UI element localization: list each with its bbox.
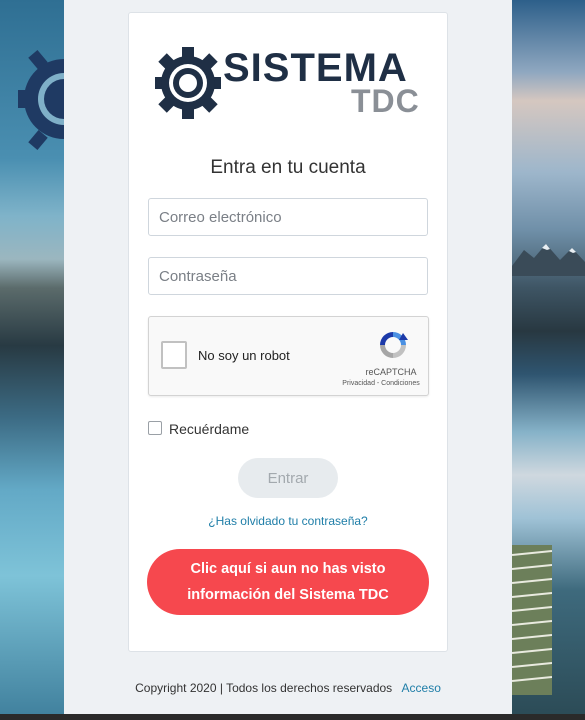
background-mountains — [512, 244, 585, 276]
email-field[interactable] — [148, 198, 428, 236]
bottom-edge — [0, 714, 585, 720]
recaptcha-widget: No soy un robot reCAPTCHA Privacidad - C… — [148, 316, 429, 396]
brand-name-secondary: TDC — [351, 83, 420, 119]
remember-me-label[interactable]: Recuérdame — [169, 421, 249, 437]
footer: Copyright 2020 | Todos los derechos rese… — [64, 681, 512, 695]
background-gear-icon — [18, 50, 64, 150]
brand-logo: SISTEMA TDC — [155, 44, 425, 122]
footer-access-link[interactable]: Acceso — [402, 681, 441, 695]
background-money-image — [512, 545, 552, 695]
copyright-text: Copyright 2020 | Todos los derechos rese… — [135, 681, 393, 695]
gear-icon — [155, 47, 221, 119]
info-cta-button[interactable]: Clic aquí si aun no has visto informació… — [147, 549, 429, 615]
password-field[interactable] — [148, 257, 428, 295]
page-title: Entra en tu cuenta — [210, 157, 366, 178]
forgot-password-link[interactable]: ¿Has olvidado tu contraseña? — [128, 514, 448, 528]
recaptcha-links[interactable]: Privacidad - Condiciones — [333, 380, 429, 387]
recaptcha-checkbox[interactable] — [161, 341, 187, 369]
recaptcha-label: No soy un robot — [198, 348, 290, 363]
submit-button[interactable]: Entrar — [238, 458, 338, 498]
remember-me-checkbox[interactable] — [148, 421, 162, 435]
recaptcha-brand: reCAPTCHA — [365, 367, 417, 377]
recaptcha-icon — [380, 332, 408, 358]
